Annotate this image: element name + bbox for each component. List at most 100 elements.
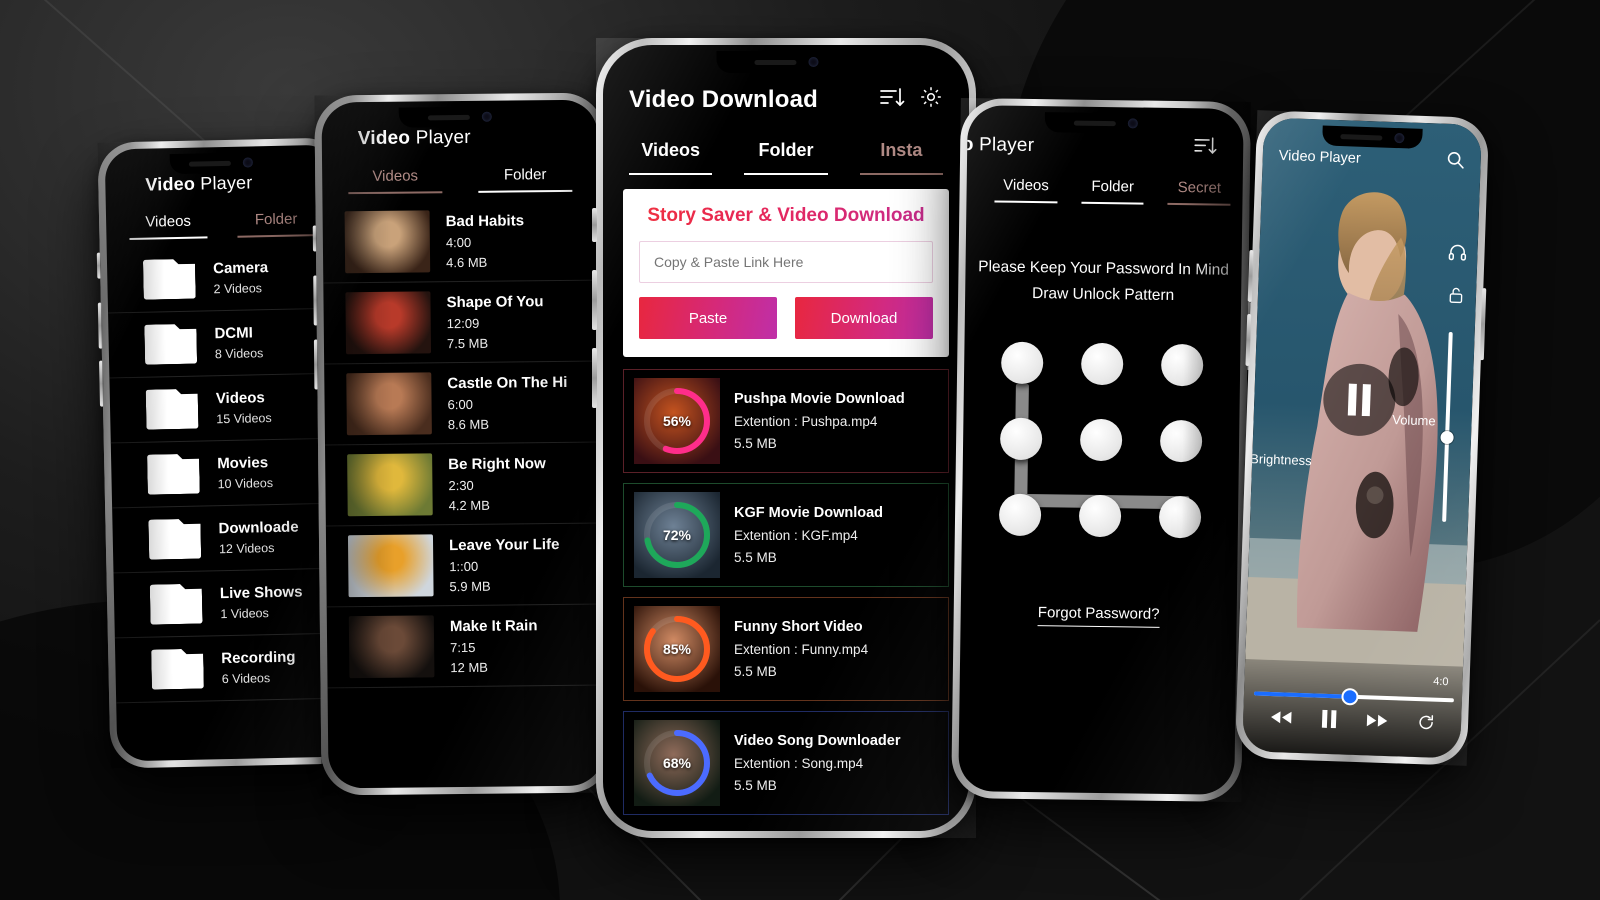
- download-size: 5.5 MB: [734, 436, 777, 451]
- folder-row[interactable]: Live Shows 1 Videos: [113, 568, 347, 639]
- front-camera: [1394, 132, 1405, 144]
- side-button-volume-up[interactable]: [592, 270, 597, 330]
- folder-icon: [151, 649, 204, 690]
- side-button-mute[interactable]: [96, 252, 102, 279]
- front-camera: [807, 57, 818, 67]
- lock-icon[interactable]: [1447, 285, 1466, 311]
- video-row[interactable]: Bad Habits 4:00 4.6 MB: [322, 199, 600, 284]
- download-card[interactable]: 56% Pushpa Movie Download Extention : Push…: [623, 369, 949, 473]
- tab-folder[interactable]: Folder: [728, 140, 843, 175]
- side-button-volume-down[interactable]: [592, 348, 597, 408]
- pattern-grid[interactable]: [989, 341, 1214, 545]
- video-meta: Shape Of You 12:09 7.5 MB: [446, 293, 544, 351]
- video-duration: 4:00: [445, 234, 472, 250]
- lock-message-line1: Please Keep Your Password In Mind: [978, 258, 1230, 279]
- folder-name: Downloade: [218, 518, 299, 538]
- tab-folder[interactable]: Folder: [1069, 178, 1156, 205]
- pattern-dot-9: [1158, 495, 1202, 539]
- progress-percent: 56%: [662, 413, 692, 429]
- paste-button[interactable]: Paste: [639, 297, 777, 339]
- video-size: 5.9 MB: [449, 578, 491, 594]
- front-camera: [242, 157, 254, 168]
- video-player: Video Player Volume Brightness 4:0: [1242, 117, 1482, 759]
- link-input[interactable]: [639, 241, 933, 283]
- folder-name: DCMI: [214, 324, 253, 343]
- video-row[interactable]: Leave Your Life 1::00 5.9 MB: [325, 523, 603, 608]
- player-side-icons: [1446, 242, 1468, 311]
- folder-row[interactable]: Videos 15 Videos: [109, 373, 343, 444]
- video-size: 12 MB: [450, 659, 488, 675]
- download-button[interactable]: Download: [795, 297, 933, 339]
- download-size: 5.5 MB: [734, 778, 777, 793]
- sort-icon[interactable]: [1193, 134, 1217, 161]
- video-row[interactable]: Castle On The Hi 6:00 8.6 MB: [324, 361, 601, 446]
- video-size: 7.5 MB: [446, 335, 489, 351]
- folder-icon: [143, 259, 196, 300]
- search-icon[interactable]: [1445, 150, 1465, 175]
- lock-message: Please Keep Your Password In Mind Draw U…: [965, 254, 1242, 309]
- tab-videos[interactable]: Videos: [114, 212, 223, 240]
- tab-secret[interactable]: Secret: [1156, 179, 1243, 206]
- videos-app: Video Player Videos Folder Bad Habits 4:0…: [321, 100, 604, 789]
- pattern-dot-6: [1159, 419, 1203, 463]
- notch: [1044, 112, 1167, 134]
- progress-percent: 85%: [662, 641, 692, 657]
- download-card[interactable]: 68% Video Song Downloader Extention : Song…: [623, 711, 949, 815]
- video-title: Leave Your Life: [448, 535, 560, 554]
- gear-icon[interactable]: [919, 85, 943, 114]
- folder-row[interactable]: Camera 2 Videos: [106, 243, 341, 314]
- download-card[interactable]: 72% KGF Movie Download Extention : KGF.mp4…: [623, 483, 949, 587]
- seek-bar-knob[interactable]: [1341, 687, 1359, 706]
- pattern-dot-1: [1000, 341, 1044, 385]
- tab-underline: [348, 191, 443, 195]
- pause-button[interactable]: [1320, 709, 1337, 734]
- folder-meta: Camera 2 Videos: [213, 259, 269, 296]
- tab-videos[interactable]: Videos: [330, 167, 460, 195]
- tab-underline: [859, 173, 943, 175]
- folder-icon: [148, 519, 201, 560]
- video-row[interactable]: Make It Rain 7:15 12 MB: [326, 604, 604, 689]
- side-button-volume-down[interactable]: [313, 339, 319, 390]
- transport-controls: [1243, 707, 1462, 738]
- side-button-volume-up[interactable]: [313, 275, 318, 326]
- side-button-mute[interactable]: [592, 208, 597, 242]
- video-meta: Be Right Now 2:30 4.2 MB: [448, 455, 546, 513]
- tab-videos[interactable]: Videos: [982, 176, 1069, 204]
- folder-row[interactable]: Movies 10 Videos: [110, 438, 345, 509]
- folder-row[interactable]: Recording 6 Videos: [114, 633, 349, 704]
- seek-bar[interactable]: [1253, 687, 1454, 706]
- folder-row[interactable]: DCMI 8 Videos: [108, 308, 342, 379]
- tab-videos[interactable]: Videos: [613, 140, 728, 175]
- video-title: Bad Habits: [445, 211, 525, 230]
- phone-player: Video Player Volume Brightness 4:0: [1234, 110, 1490, 766]
- video-duration: 7:15: [450, 639, 476, 655]
- side-button-mute[interactable]: [312, 225, 317, 252]
- promo-card: Story Saver & Video Download Paste Downl…: [623, 189, 949, 357]
- tab-bar: Videos Folder: [106, 210, 338, 241]
- video-row[interactable]: Be Right Now 2:30 4.2 MB: [325, 442, 602, 527]
- sort-icon[interactable]: [879, 85, 905, 114]
- tab-insta[interactable]: Insta: [844, 140, 959, 175]
- phone-screen: Video Download Videos Folder Insta Story…: [603, 45, 969, 831]
- forgot-password-link[interactable]: Forgot Password?: [961, 603, 1237, 628]
- headphone-icon[interactable]: [1447, 242, 1468, 268]
- repeat-button[interactable]: [1416, 713, 1435, 737]
- earpiece-speaker: [188, 160, 231, 167]
- folder-icon: [146, 389, 199, 430]
- forward-button[interactable]: [1365, 713, 1388, 733]
- rewind-button[interactable]: [1269, 710, 1292, 730]
- tab-underline: [629, 173, 713, 175]
- download-title: Video Song Downloader: [734, 733, 901, 749]
- pattern-dot-7: [998, 493, 1042, 537]
- download-card[interactable]: 85% Funny Short Video Extention : Funny.mp…: [623, 597, 949, 701]
- video-row[interactable]: Shape Of You 12:09 7.5 MB: [323, 280, 601, 365]
- earpiece-speaker: [427, 114, 470, 120]
- video-size: 8.6 MB: [447, 416, 490, 432]
- video-meta: Bad Habits 4:00 4.6 MB: [446, 212, 525, 270]
- video-duration: 6:00: [447, 396, 473, 412]
- folder-row[interactable]: Downloade 12 Videos: [112, 503, 346, 574]
- phone-screen: Video Player Videos Folder Bad Habits 4:0…: [321, 99, 605, 789]
- tab-folder[interactable]: Folder: [460, 166, 590, 193]
- pattern-app: Video Player Videos: [958, 105, 1244, 795]
- download-extension: Extention : Pushpa.mp4: [734, 414, 878, 429]
